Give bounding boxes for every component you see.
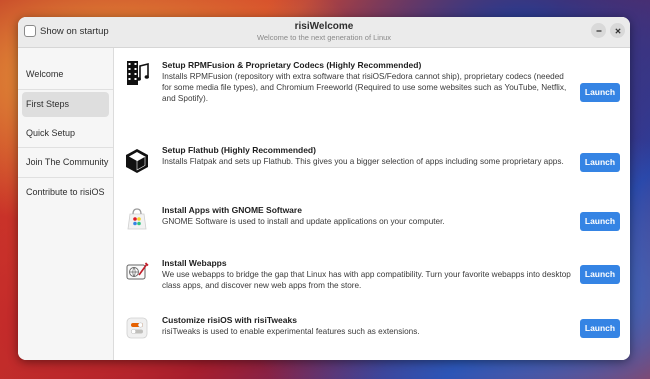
sidebar-item-join-community[interactable]: Join The Community (18, 148, 113, 178)
item-text: Setup Flathub (Highly Recommended) Insta… (162, 145, 572, 167)
sidebar-item-quick-setup[interactable]: Quick Setup (18, 119, 113, 148)
title-block: risiWelcome Welcome to the next generati… (18, 21, 630, 43)
close-button[interactable] (610, 23, 625, 38)
film-music-icon (124, 60, 150, 86)
launch-flathub-button[interactable]: Launch (580, 153, 620, 172)
item-description: Installs Flatpak and sets up Flathub. Th… (162, 157, 564, 166)
item-text: Install Apps with GNOME Software GNOME S… (162, 205, 572, 227)
item-text: Setup RPMFusion & Proprietary Codecs (Hi… (162, 60, 572, 104)
window-title: risiWelcome (294, 21, 354, 32)
item-title: Setup Flathub (Highly Recommended) (162, 145, 316, 155)
launch-risitweaks-button[interactable]: Launch (580, 319, 620, 338)
item-title: Install Apps with GNOME Software (162, 205, 302, 215)
item-description: risiTweaks is used to enable experimenta… (162, 327, 420, 336)
flathub-icon (124, 148, 150, 174)
webapps-icon (124, 259, 150, 285)
item-title: Customize risiOS with risiTweaks (162, 315, 297, 325)
sidebar-item-welcome[interactable]: Welcome (18, 60, 113, 90)
item-description: Installs RPMFusion (repository with extr… (162, 72, 567, 103)
minimize-icon (596, 29, 601, 32)
item-text: Install Webapps We use webapps to bridge… (162, 258, 572, 291)
sidebar-item-first-steps[interactable]: First Steps (22, 91, 109, 117)
item-text: Customize risiOS with risiTweaks risiTwe… (162, 315, 572, 337)
window-subtitle: Welcome to the next generation of Linux (256, 33, 392, 42)
item-title: Setup RPMFusion & Proprietary Codecs (Hi… (162, 60, 422, 70)
sidebar-item-contribute[interactable]: Contribute to risiOS (18, 178, 113, 208)
title-bar: Show on startup risiWelcome Welcome to t… (18, 17, 630, 48)
first-steps-panel: Setup RPMFusion & Proprietary Codecs (Hi… (114, 48, 630, 360)
minimize-button[interactable] (591, 23, 606, 38)
sidebar: Welcome First Steps Quick Setup Join The… (18, 48, 114, 360)
item-description: We use webapps to bridge the gap that Li… (162, 270, 571, 290)
risitweaks-icon (124, 315, 150, 341)
launch-webapps-button[interactable]: Launch (580, 265, 620, 284)
item-description: GNOME Software is used to install and up… (162, 217, 445, 226)
launch-rpmfusion-button[interactable]: Launch (580, 83, 620, 102)
close-icon (614, 27, 621, 34)
gnome-software-icon (124, 206, 150, 232)
welcome-window: Show on startup risiWelcome Welcome to t… (18, 17, 630, 360)
item-title: Install Webapps (162, 258, 227, 268)
launch-gnome-software-button[interactable]: Launch (580, 212, 620, 231)
